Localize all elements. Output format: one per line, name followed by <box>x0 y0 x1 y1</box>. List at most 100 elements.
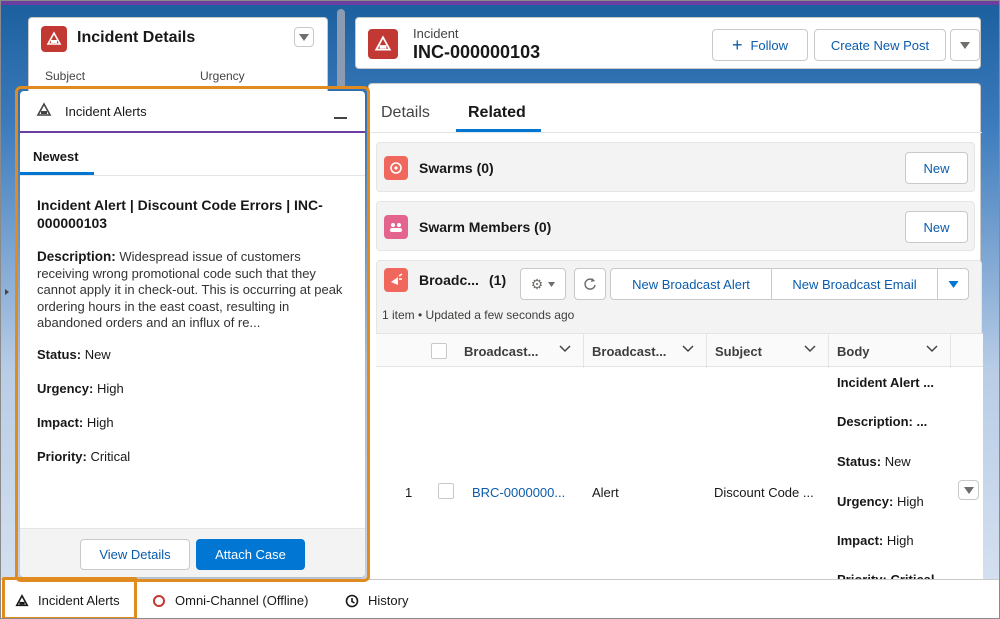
swarm-members-icon <box>384 215 408 239</box>
chevron-down-icon <box>682 345 694 353</box>
swarms-title[interactable]: Swarms (0) <box>419 160 494 176</box>
chevron-down-icon <box>963 486 974 494</box>
app-frame: Incident Details Subject Urgency Inciden… <box>0 0 1000 619</box>
field-label-subject: Subject <box>45 69 86 83</box>
list-settings-button[interactable]: ⚙ <box>520 268 566 300</box>
alert-impact: Impact: High <box>37 415 114 430</box>
swarms-new-button[interactable]: New <box>905 152 968 184</box>
view-details-button[interactable]: View Details <box>80 539 190 570</box>
incident-record-icon <box>368 29 398 59</box>
clock-icon <box>345 594 359 607</box>
alert-priority: Priority: Critical <box>37 449 130 464</box>
tab-details[interactable]: Details <box>381 104 430 122</box>
gear-icon: ⚙ <box>530 275 544 292</box>
body-line-status: Status: New <box>837 454 911 469</box>
plus-icon: + <box>731 35 743 55</box>
swarms-icon <box>384 156 408 180</box>
broadcast-more-actions[interactable] <box>937 268 969 300</box>
chevron-down-icon <box>926 345 938 353</box>
swarm-members-related-list: Swarm Members (0) New <box>376 201 975 251</box>
offline-status-icon <box>153 594 165 607</box>
alert-title[interactable]: Incident Alert | Discount Code Errors | … <box>37 196 347 232</box>
field-label-urgency: Urgency <box>200 69 245 83</box>
new-broadcast-alert-button[interactable]: New Broadcast Alert <box>610 268 772 300</box>
incident-icon <box>41 26 67 52</box>
chevron-down-icon <box>299 33 309 41</box>
broadcast-meta: 1 item • Updated a few seconds ago <box>382 308 575 322</box>
follow-label: Follow <box>750 37 789 53</box>
priority-label: Priority: <box>37 449 87 464</box>
broadcast-name-link[interactable]: BRC-0000000... <box>472 485 565 500</box>
column-header-subject[interactable]: Subject <box>707 334 829 368</box>
body-impact-label: Impact: <box>837 533 884 548</box>
utility-omni-channel[interactable]: Omni-Channel (Offline) <box>153 580 333 618</box>
alerts-footer: View Details Attach Case <box>20 528 365 577</box>
select-all-checkbox[interactable] <box>431 343 447 359</box>
chevron-down-icon <box>548 281 556 287</box>
broadcast-title[interactable]: Broadc... <box>419 272 479 288</box>
tab-newest[interactable]: Newest <box>20 135 94 175</box>
broadcast-icon <box>384 268 408 292</box>
left-column-scrollbar[interactable] <box>337 9 345 89</box>
row-actions-menu[interactable] <box>958 480 979 500</box>
urgency-value: High <box>96 381 124 396</box>
record-name: INC-000000103 <box>413 42 541 62</box>
urgency-label: Urgency: <box>37 381 94 396</box>
utility-incident-alerts-label: Incident Alerts <box>38 593 120 608</box>
broadcast-table: Broadcast... Broadcast... Subject Body 1… <box>376 333 983 581</box>
body-line-description: Description: ... <box>837 414 928 429</box>
alert-description: Description: Widespread issue of custome… <box>37 249 349 332</box>
incident-alerts-title: Incident Alerts <box>65 104 147 119</box>
record-object-label: Incident <box>413 26 459 41</box>
refresh-button[interactable] <box>574 268 606 300</box>
utility-bar: Incident Alerts Omni-Channel (Offline) H… <box>1 579 999 618</box>
chevron-down-icon <box>559 345 571 353</box>
column-label: Broadcast... <box>592 343 667 359</box>
utility-history-label: History <box>368 593 409 608</box>
incident-details-menu-button[interactable] <box>294 27 314 47</box>
broadcasts-related-list: Broadc... (1) ⚙ New Broadcast Alert New … <box>376 260 983 581</box>
expand-arrow-icon[interactable] <box>5 289 9 295</box>
priority-value: Critical <box>90 449 131 464</box>
attach-case-button[interactable]: Attach Case <box>196 539 305 570</box>
record-actions-menu[interactable] <box>950 29 980 61</box>
swarm-members-new-button[interactable]: New <box>905 211 968 243</box>
broadcast-count: (1) <box>489 272 507 288</box>
status-value: New <box>84 347 111 362</box>
row-checkbox[interactable] <box>438 483 454 499</box>
column-header-body[interactable]: Body <box>829 334 951 368</box>
body-urgency-value: High <box>896 494 924 509</box>
body-impact-value: High <box>886 533 914 548</box>
alert-status: Status: New <box>37 347 111 362</box>
chevron-down-icon <box>804 345 816 353</box>
tab-related[interactable]: Related <box>456 96 541 132</box>
utility-omni-channel-label: Omni-Channel (Offline) <box>175 593 309 608</box>
tab-related-label: Related <box>468 104 526 121</box>
subject-cell: Discount Code ... <box>714 485 814 500</box>
top-accent-strip <box>1 1 999 5</box>
create-new-post-button[interactable]: Create New Post <box>814 29 946 61</box>
status-label: Status: <box>37 347 82 362</box>
column-label: Subject <box>715 343 762 359</box>
new-broadcast-email-button[interactable]: New Broadcast Email <box>771 268 938 300</box>
description-label: Description: <box>37 249 116 264</box>
chevron-down-icon <box>948 280 958 288</box>
chevron-down-icon <box>960 41 970 49</box>
broadcast-type-cell: Alert <box>592 485 619 500</box>
column-label: Broadcast... <box>464 343 539 359</box>
refresh-icon <box>584 278 596 290</box>
body-status-label: Status: <box>837 454 882 469</box>
row-number: 1 <box>405 485 413 500</box>
column-header-broadcast-name[interactable]: Broadcast... <box>456 334 584 368</box>
column-label: Body <box>837 343 870 359</box>
column-header-broadcast-type[interactable]: Broadcast... <box>584 334 707 368</box>
record-tabs-card: Details Related Swarms (0) New Swarm Mem… <box>368 83 983 581</box>
body-status-value: New <box>884 454 911 469</box>
body-line-urgency: Urgency: High <box>837 494 924 509</box>
table-header: Broadcast... Broadcast... Subject Body <box>376 333 983 368</box>
utility-history[interactable]: History <box>345 580 435 618</box>
follow-button[interactable]: + Follow <box>712 29 808 61</box>
utility-incident-alerts[interactable]: Incident Alerts <box>7 580 135 618</box>
swarm-members-title[interactable]: Swarm Members (0) <box>419 219 551 235</box>
minimize-icon[interactable] <box>334 117 347 119</box>
